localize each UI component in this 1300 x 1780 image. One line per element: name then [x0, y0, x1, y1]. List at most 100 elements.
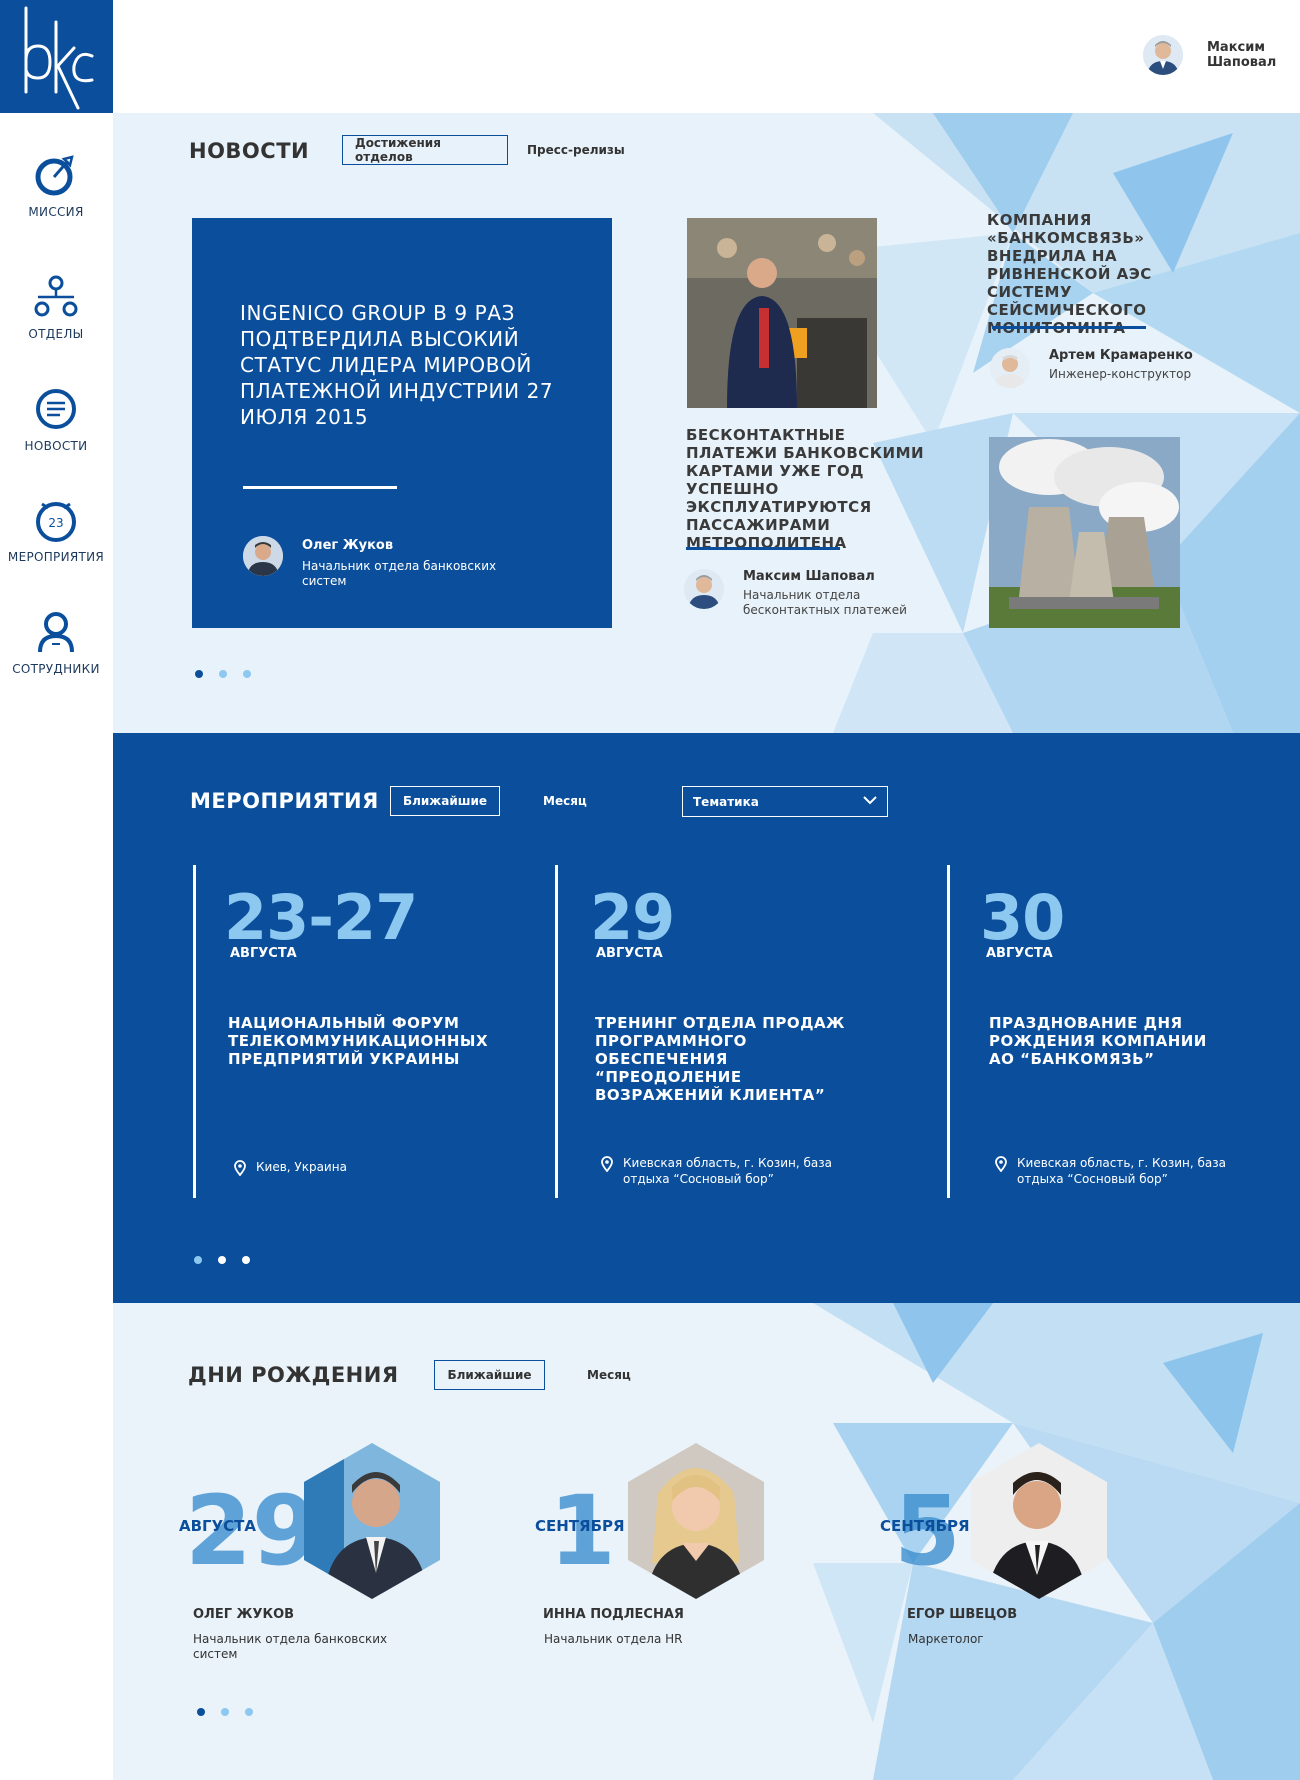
- news-item-title[interactable]: БЕСКОНТАКТНЫЕ ПЛАТЕЖИ БАНКОВСКИМИ КАРТАМ…: [686, 426, 926, 552]
- event-location: Киевская область, г. Козин, база отдыха …: [995, 1155, 1235, 1187]
- birthday-card[interactable]: 1 СЕНТЯБРЯ ИННА ПОДЛЕСНАЯ Начальник отде…: [535, 1443, 859, 1646]
- pagination-dot[interactable]: [221, 1708, 229, 1716]
- bkc-logo-icon: [24, 6, 94, 110]
- calendar-icon: 23: [36, 502, 76, 542]
- birthday-role: Начальник отдела банковских систем: [193, 1632, 388, 1661]
- event-month: АВГУСТА: [986, 946, 1053, 961]
- sidebar-item-label: СОТРУДНИКИ: [12, 662, 100, 676]
- birthdays-section: ДНИ РОЖДЕНИЯ Ближайшие Месяц 29 АВГУСТА …: [113, 1303, 1300, 1780]
- pagination-dot[interactable]: [218, 1256, 226, 1264]
- event-location-text: Киев, Украина: [256, 1160, 347, 1174]
- sidebar: МИССИЯ ОТДЕЛЫ НОВОСТИ 23 МЕРОПРИЯТИЯ СОТ…: [0, 113, 112, 1780]
- user-name: Максим Шаповал: [1207, 40, 1277, 70]
- tab-department-achievements[interactable]: Достижения отделов: [342, 135, 508, 165]
- user-menu[interactable]: Максим Шаповал: [1143, 33, 1300, 77]
- news-section: НОВОСТИ Достижения отделов Пресс-релизы …: [113, 113, 1300, 733]
- birthday-month: СЕНТЯБРЯ: [880, 1517, 970, 1535]
- author-role: Инженер-конструктор: [1049, 367, 1192, 381]
- news-icon: [36, 389, 76, 429]
- birthday-name: ЕГОР ШВЕЦОВ: [907, 1607, 1018, 1622]
- birthday-name: ОЛЕГ ЖУКОВ: [193, 1607, 295, 1622]
- sidebar-item-label: МИССИЯ: [28, 205, 84, 219]
- events-pagination: [194, 1256, 250, 1264]
- sidebar-item-employees[interactable]: СОТРУДНИКИ: [0, 608, 112, 676]
- event-name: ПРАЗДНОВАНИЕ ДНЯ РОЖДЕНИЯ КОМПАНИИ АО “Б…: [989, 1014, 1207, 1068]
- author-info: Олег Жуков Начальник отдела банковских с…: [302, 538, 522, 589]
- topic-select[interactable]: Тематика: [682, 786, 888, 817]
- event-name: НАЦИОНАЛЬНЫЙ ФОРУМ ТЕЛЕКОММУНИКАЦИОННЫХ …: [228, 1014, 489, 1068]
- event-date: 23-27: [224, 881, 418, 954]
- user-avatar: [1143, 35, 1183, 75]
- divider: [686, 547, 840, 550]
- birthday-role: Начальник отдела HR: [544, 1632, 683, 1646]
- event-card[interactable]: 29 АВГУСТА ТРЕНИНГ ОТДЕЛА ПРОДАЖ ПРОГРАМ…: [555, 865, 935, 1198]
- avatar: [628, 1443, 764, 1599]
- author-avatar: [990, 348, 1030, 388]
- author-avatar: [243, 536, 283, 576]
- news-image-power-plant[interactable]: [989, 437, 1180, 628]
- sidebar-item-label: МЕРОПРИЯТИЯ: [7, 550, 105, 564]
- birthdays-pagination: [197, 1708, 253, 1716]
- calendar-badge: 23: [48, 516, 63, 530]
- author-avatar: [684, 569, 724, 609]
- sidebar-item-label: ОТДЕЛЫ: [28, 327, 84, 341]
- pagination-dot[interactable]: [245, 1708, 253, 1716]
- company-logo[interactable]: [0, 0, 113, 113]
- topic-select-value: Тематика: [693, 794, 759, 809]
- event-card[interactable]: 23-27 АВГУСТА НАЦИОНАЛЬНЫЙ ФОРУМ ТЕЛЕКОМ…: [193, 865, 533, 1198]
- birthday-card[interactable]: 5 СЕНТЯБРЯ ЕГОР ШВЕЦОВ Маркетолог: [880, 1443, 1202, 1646]
- author-name: Максим Шаповал: [743, 569, 875, 584]
- news-title: НОВОСТИ: [189, 139, 310, 163]
- pagination-dot[interactable]: [219, 670, 227, 678]
- event-location-text: Киевская область, г. Козин, база отдыха …: [1017, 1156, 1226, 1186]
- birthday-card[interactable]: 29 АВГУСТА ОЛЕГ ЖУКОВ Начальник отдела б…: [179, 1443, 503, 1661]
- event-card[interactable]: 30 АВГУСТА ПРАЗДНОВАНИЕ ДНЯ РОЖДЕНИЯ КОМ…: [947, 865, 1277, 1198]
- person-icon: [38, 612, 74, 653]
- author-role: Начальник отдела бесконтактных платежей: [743, 588, 907, 617]
- birthday-name: ИННА ПОДЛЕСНАЯ: [543, 1607, 684, 1622]
- sidebar-item-label: НОВОСТИ: [24, 439, 88, 453]
- tab-month[interactable]: Месяц: [531, 786, 599, 816]
- top-header: Максим Шаповал: [113, 0, 1300, 113]
- author-name: Олег Жуков: [302, 538, 394, 553]
- event-name: ТРЕНИНГ ОТДЕЛА ПРОДАЖ ПРОГРАММНОГО ОБЕСП…: [595, 1014, 845, 1104]
- chevron-down-icon: [863, 796, 877, 805]
- featured-news-title: INGENICO GROUP В 9 РАЗ ПОДТВЕРДИЛА ВЫСОК…: [240, 301, 554, 429]
- event-date: 30: [980, 881, 1065, 954]
- pagination-dot[interactable]: [197, 1708, 205, 1716]
- pagination-dot[interactable]: [242, 1256, 250, 1264]
- avatar: [971, 1443, 1107, 1599]
- birthday-role: Маркетолог: [908, 1632, 984, 1646]
- divider: [243, 486, 397, 489]
- news-item-title[interactable]: КОМПАНИЯ «БАНКОМСВЯЗЬ» ВНЕДРИЛА НА РИВНЕ…: [987, 211, 1237, 337]
- pagination-dot[interactable]: [243, 670, 251, 678]
- location-pin-icon: [234, 1160, 246, 1176]
- events-section: МЕРОПРИЯТИЯ Ближайшие Месяц Тематика 23-…: [113, 733, 1300, 1303]
- tab-press-releases[interactable]: Пресс-релизы: [515, 135, 637, 165]
- location-pin-icon: [601, 1156, 613, 1172]
- location-pin-icon: [995, 1156, 1007, 1172]
- event-date: 29: [590, 881, 675, 954]
- tab-upcoming[interactable]: Ближайшие: [434, 1360, 545, 1390]
- event-month: АВГУСТА: [596, 946, 663, 961]
- author-role: Начальник отдела банковских систем: [302, 559, 497, 588]
- structure-icon: [34, 275, 78, 317]
- news-image-metro[interactable]: [687, 218, 877, 408]
- pagination-dot[interactable]: [194, 1256, 202, 1264]
- events-title: МЕРОПРИЯТИЯ: [190, 789, 379, 813]
- target-icon: [35, 155, 74, 196]
- birthdays-title: ДНИ РОЖДЕНИЯ: [188, 1363, 399, 1387]
- event-location: Киевская область, г. Козин, база отдыха …: [601, 1155, 841, 1187]
- birthday-month: АВГУСТА: [179, 1517, 257, 1535]
- tab-upcoming[interactable]: Ближайшие: [390, 786, 500, 816]
- featured-news-card[interactable]: INGENICO GROUP В 9 РАЗ ПОДТВЕРДИЛА ВЫСОК…: [192, 218, 612, 628]
- pagination-dot[interactable]: [195, 670, 203, 678]
- sidebar-item-news[interactable]: НОВОСТИ: [0, 385, 112, 453]
- tab-month[interactable]: Месяц: [575, 1360, 643, 1390]
- sidebar-item-mission[interactable]: МИССИЯ: [0, 151, 112, 219]
- avatar: [304, 1443, 440, 1599]
- sidebar-item-events[interactable]: 23 МЕРОПРИЯТИЯ: [0, 496, 112, 564]
- sidebar-item-departments[interactable]: ОТДЕЛЫ: [0, 273, 112, 341]
- event-location: Киев, Украина: [234, 1159, 514, 1176]
- news-pagination: [195, 670, 251, 678]
